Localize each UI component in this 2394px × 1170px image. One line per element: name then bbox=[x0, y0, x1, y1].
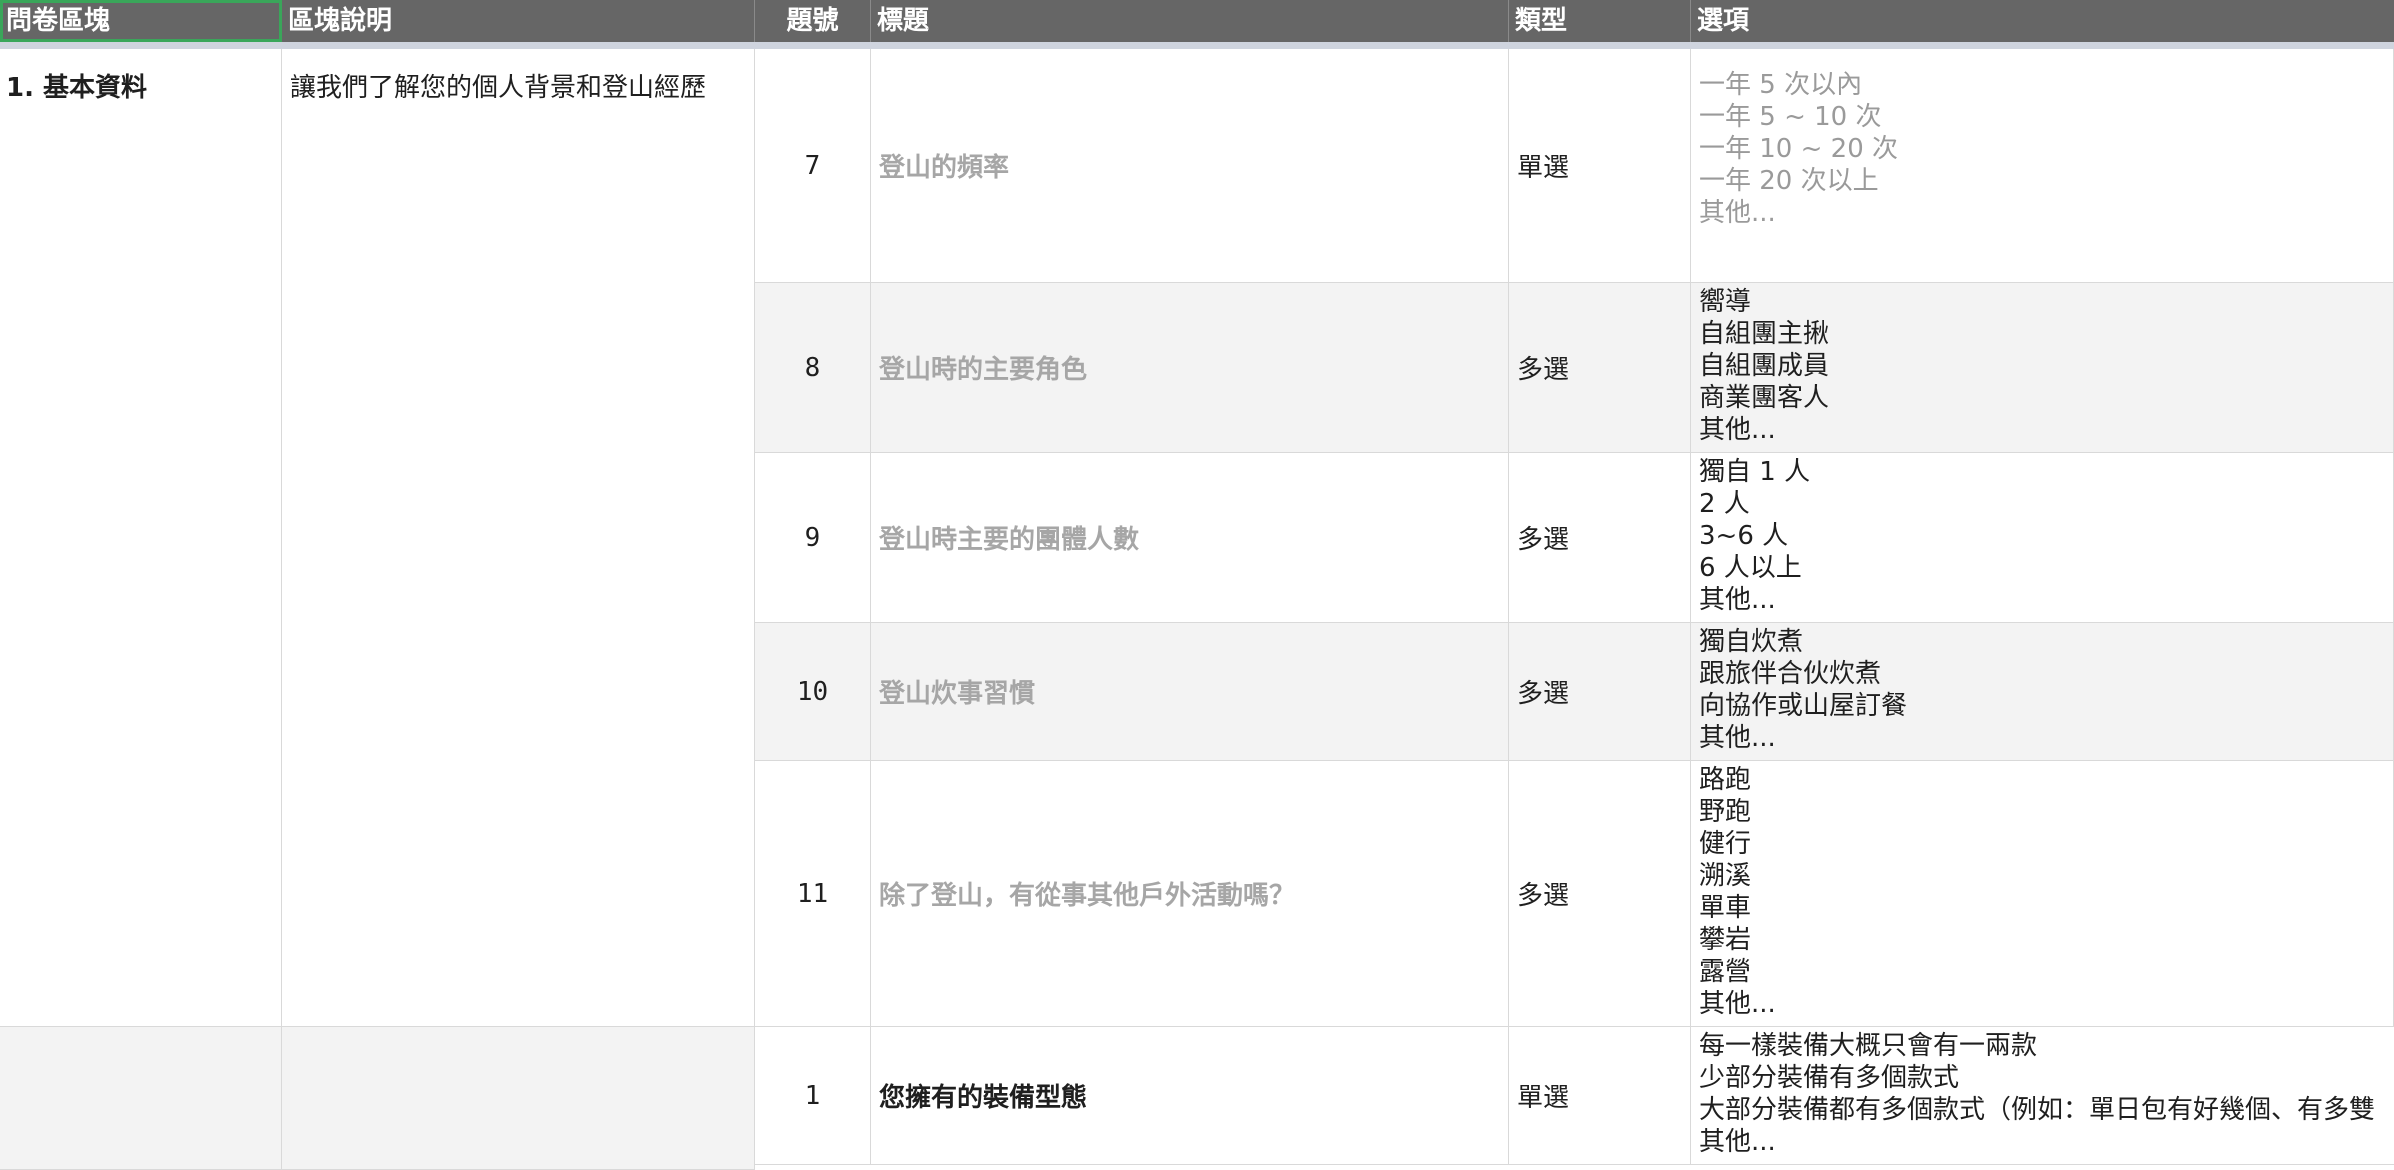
question-title-cell[interactable]: 登山時主要的團體人數 bbox=[871, 453, 1509, 623]
option-item: 商業團客人 bbox=[1699, 383, 1830, 413]
header-type[interactable]: 類型 bbox=[1509, 0, 1691, 42]
option-item: 一年 5 次以內 bbox=[1699, 70, 1863, 100]
option-item: 一年 20 次以上 bbox=[1699, 166, 1879, 196]
question-number-cell[interactable]: 9 bbox=[755, 453, 871, 623]
question-options-cell[interactable]: 一年 5 次以內 一年 5 ~ 10 次 一年 10 ~ 20 次 一年 20 … bbox=[1691, 49, 2394, 283]
option-item: 露營 bbox=[1699, 957, 1752, 987]
option-item: 自組團主揪 bbox=[1699, 319, 1830, 349]
question-title-cell[interactable]: 登山時的主要角色 bbox=[871, 283, 1509, 453]
option-item: 一年 10 ~ 20 次 bbox=[1699, 134, 1899, 164]
question-number-cell[interactable]: 8 bbox=[755, 283, 871, 453]
column-header-row: 問卷區塊 區塊說明 題號 標題 類型 選項 bbox=[0, 0, 2394, 49]
question-number-cell[interactable]: 7 bbox=[755, 49, 871, 283]
question-options-cell[interactable]: 獨自炊煮 跟旅伴合伙炊煮 向協作或山屋訂餐 其他... bbox=[1691, 623, 2394, 761]
option-item: 一年 5 ~ 10 次 bbox=[1699, 102, 1882, 132]
question-options-cell[interactable]: 獨自 1 人 2 人 3~6 人 6 人以上 其他... bbox=[1691, 453, 2394, 623]
option-item: 嚮導 bbox=[1699, 287, 1752, 317]
option-item: 其他... bbox=[1699, 415, 1776, 445]
question-title-cell[interactable]: 登山的頻率 bbox=[871, 49, 1509, 283]
option-item: 其他... bbox=[1699, 198, 1776, 228]
block-name-cell[interactable]: 1. 基本資料 bbox=[0, 49, 282, 1027]
option-item: 6 人以上 bbox=[1699, 553, 1802, 583]
question-number-cell[interactable]: 10 bbox=[755, 623, 871, 761]
question-type-cell[interactable]: 多選 bbox=[1509, 623, 1691, 761]
header-options[interactable]: 選項 bbox=[1691, 0, 2394, 42]
question-title-cell[interactable]: 登山炊事習慣 bbox=[871, 623, 1509, 761]
option-item: 3~6 人 bbox=[1699, 521, 1789, 551]
option-item: 溯溪 bbox=[1699, 861, 1752, 891]
option-item: 路跑 bbox=[1699, 765, 1752, 795]
option-item: 大部分裝備都有多個款式（例如：單日包有好幾個、有多雙 bbox=[1699, 1095, 2376, 1125]
option-item: 野跑 bbox=[1699, 797, 1752, 827]
question-options-cell[interactable]: 每一樣裝備大概只會有一兩款 少部分裝備有多個款式 大部分裝備都有多個款式（例如：… bbox=[1691, 1027, 2394, 1165]
option-item: 獨自 1 人 bbox=[1699, 457, 1811, 487]
option-item: 向協作或山屋訂餐 bbox=[1699, 691, 1908, 721]
question-type-cell[interactable]: 多選 bbox=[1509, 761, 1691, 1027]
question-type-cell[interactable]: 單選 bbox=[1509, 1027, 1691, 1165]
option-item: 自組團成員 bbox=[1699, 351, 1830, 381]
question-options-cell[interactable]: 路跑 野跑 健行 溯溪 單車 攀岩 露營 其他... bbox=[1691, 761, 2394, 1027]
option-item: 其他... bbox=[1699, 989, 1776, 1019]
question-title-cell[interactable]: 您擁有的裝備型態 bbox=[871, 1027, 1509, 1165]
question-type-cell[interactable]: 多選 bbox=[1509, 283, 1691, 453]
option-item: 2 人 bbox=[1699, 489, 1750, 519]
question-options-cell[interactable]: 嚮導 自組團主揪 自組團成員 商業團客人 其他... bbox=[1691, 283, 2394, 453]
header-title[interactable]: 標題 bbox=[871, 0, 1509, 42]
option-item: 其他... bbox=[1699, 723, 1776, 753]
block-description-cell[interactable]: 讓我們了解您的個人背景和登山經歷 bbox=[282, 49, 755, 1027]
option-item: 其他... bbox=[1699, 585, 1776, 615]
option-item: 單車 bbox=[1699, 893, 1752, 923]
question-title-cell[interactable]: 除了登山，有從事其他戶外活動嗎？ bbox=[871, 761, 1509, 1027]
header-block-description[interactable]: 區塊說明 bbox=[282, 0, 755, 42]
question-number-cell[interactable]: 1 bbox=[755, 1027, 871, 1165]
option-item: 攀岩 bbox=[1699, 925, 1752, 955]
option-item: 健行 bbox=[1699, 829, 1752, 859]
block-description-cell[interactable] bbox=[282, 1027, 755, 1170]
option-item: 獨自炊煮 bbox=[1699, 627, 1804, 657]
option-item: 少部分裝備有多個款式 bbox=[1699, 1063, 1960, 1093]
header-number[interactable]: 題號 bbox=[755, 0, 871, 42]
question-type-cell[interactable]: 單選 bbox=[1509, 49, 1691, 283]
question-type-cell[interactable]: 多選 bbox=[1509, 453, 1691, 623]
header-block[interactable]: 問卷區塊 bbox=[0, 0, 282, 42]
block-name-cell[interactable] bbox=[0, 1027, 282, 1170]
option-item: 跟旅伴合伙炊煮 bbox=[1699, 659, 1882, 689]
question-number-cell[interactable]: 11 bbox=[755, 761, 871, 1027]
option-item: 其他... bbox=[1699, 1127, 1776, 1157]
option-item: 每一樣裝備大概只會有一兩款 bbox=[1699, 1031, 2038, 1061]
